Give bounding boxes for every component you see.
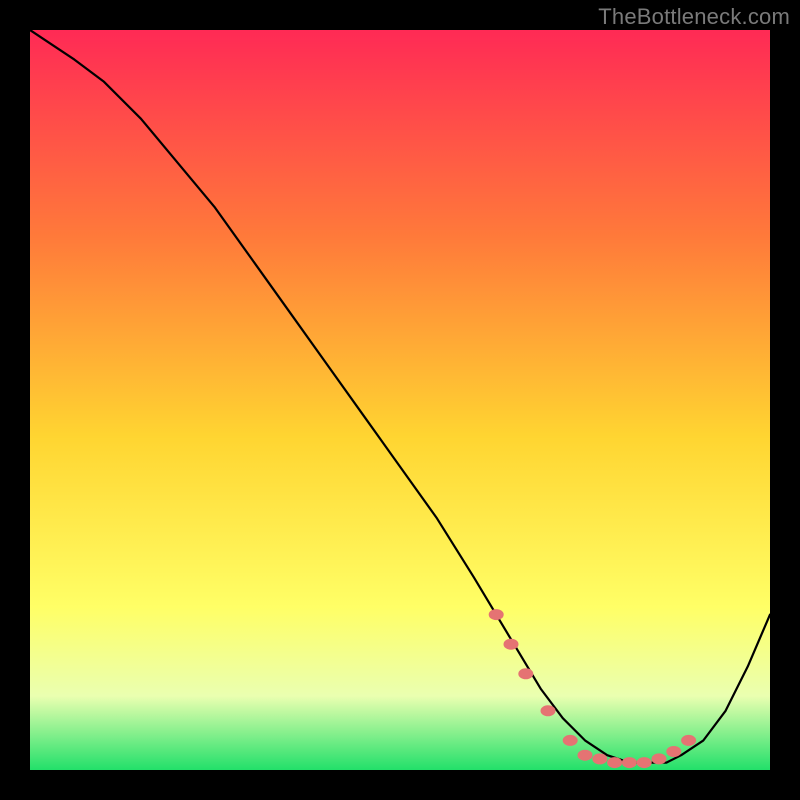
curve-marker xyxy=(519,669,533,679)
gradient-background xyxy=(30,30,770,770)
chart-frame: TheBottleneck.com xyxy=(0,0,800,800)
curve-marker xyxy=(593,754,607,764)
watermark-text: TheBottleneck.com xyxy=(598,4,790,30)
curve-marker xyxy=(504,639,518,649)
curve-marker xyxy=(578,750,592,760)
curve-marker xyxy=(563,735,577,745)
bottleneck-chart xyxy=(30,30,770,770)
curve-marker xyxy=(489,610,503,620)
plot-area xyxy=(30,30,770,770)
curve-marker xyxy=(608,758,622,768)
curve-marker xyxy=(541,706,555,716)
curve-marker xyxy=(682,735,696,745)
curve-marker xyxy=(667,747,681,757)
curve-marker xyxy=(622,758,636,768)
curve-marker xyxy=(652,754,666,764)
curve-marker xyxy=(637,758,651,768)
